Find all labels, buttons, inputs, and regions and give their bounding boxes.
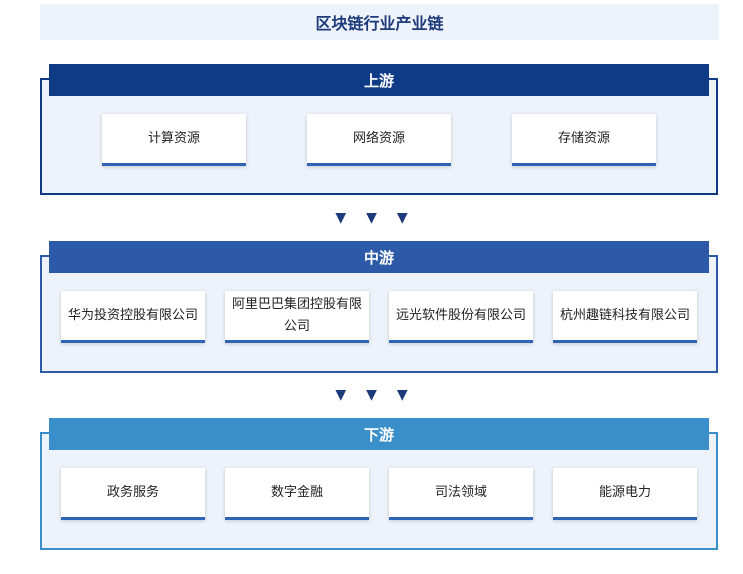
upstream-card: 计算资源	[102, 114, 246, 166]
downstream-card: 政务服务	[61, 468, 205, 520]
down-arrow-icon: ▼	[396, 387, 408, 403]
upstream-cards: 计算资源 网络资源 存储资源	[40, 114, 718, 166]
midstream-header: 中游	[49, 241, 709, 273]
downstream-header: 下游	[49, 418, 709, 450]
down-arrow-icon: ▼	[335, 387, 347, 403]
flow-arrows-1: ▼ ▼ ▼	[0, 210, 743, 226]
down-arrow-icon: ▼	[366, 210, 377, 226]
upstream-card: 存储资源	[512, 114, 656, 166]
upstream-section: 上游 计算资源 网络资源 存储资源	[40, 64, 718, 195]
downstream-section: 下游 政务服务 数字金融 司法领域 能源电力	[40, 418, 718, 550]
midstream-cards: 华为投资控股有限公司 阿里巴巴集团控股有限公司 远光软件股份有限公司 杭州趣链科…	[40, 291, 718, 343]
downstream-cards: 政务服务 数字金融 司法领域 能源电力	[40, 468, 718, 520]
down-arrow-icon: ▼	[396, 210, 408, 226]
upstream-card: 网络资源	[307, 114, 451, 166]
midstream-card: 华为投资控股有限公司	[61, 291, 205, 343]
down-arrow-icon: ▼	[366, 387, 377, 403]
midstream-card: 阿里巴巴集团控股有限公司	[225, 291, 369, 343]
downstream-card: 司法领域	[389, 468, 533, 520]
downstream-card: 数字金融	[225, 468, 369, 520]
flow-arrows-2: ▼ ▼ ▼	[0, 387, 743, 403]
midstream-section: 中游 华为投资控股有限公司 阿里巴巴集团控股有限公司 远光软件股份有限公司 杭州…	[40, 241, 718, 373]
upstream-header: 上游	[49, 64, 709, 96]
midstream-card: 杭州趣链科技有限公司	[553, 291, 697, 343]
diagram-title: 区块链行业产业链	[40, 4, 719, 40]
downstream-card: 能源电力	[553, 468, 697, 520]
down-arrow-icon: ▼	[335, 210, 347, 226]
midstream-card: 远光软件股份有限公司	[389, 291, 533, 343]
